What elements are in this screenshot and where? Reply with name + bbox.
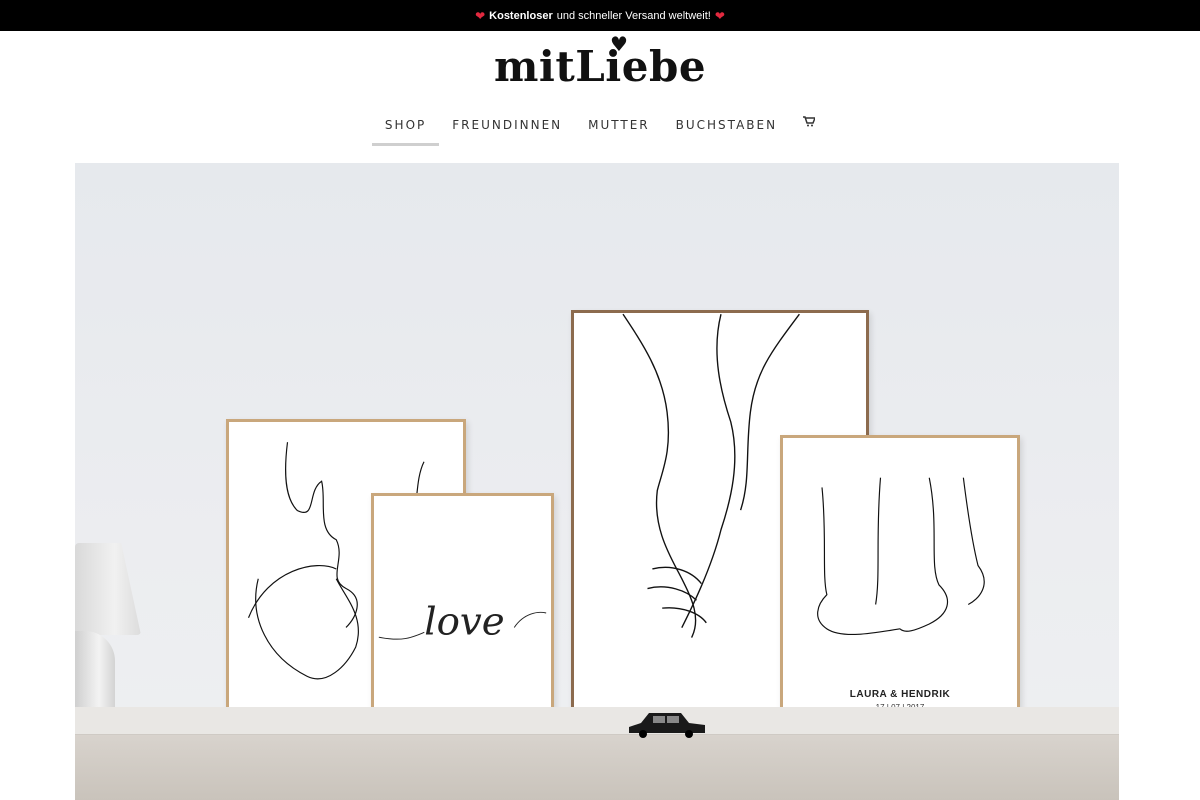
heart-icon: ♥ xyxy=(609,32,629,56)
nav-item-shop[interactable]: SHOP xyxy=(371,112,440,146)
main-navigation: SHOP FREUNDINNEN MUTTER BUCHSTABEN xyxy=(0,112,1200,146)
nav-item-mutter[interactable]: MUTTER xyxy=(575,112,663,146)
heart-icon: ❤ xyxy=(714,8,725,23)
poster-names: LAURA & HENDRIK xyxy=(849,689,951,700)
announcement-bar: ❤ Kostenloser und schneller Versand welt… xyxy=(0,0,1200,31)
hero-image: love LAURA & HENDRIK 17 | 07 | 2017 xyxy=(75,163,1119,800)
announcement-bold: Kostenloser xyxy=(489,9,553,22)
poster-love-text: love xyxy=(424,599,504,644)
site-logo[interactable]: mitLiebe ♥ xyxy=(0,32,1200,91)
poster-love: love xyxy=(371,493,554,733)
nav-item-buchstaben[interactable]: BUCHSTABEN xyxy=(663,112,790,146)
shelf-front xyxy=(75,735,1119,800)
poster-feet: LAURA & HENDRIK 17 | 07 | 2017 xyxy=(780,435,1020,733)
love-script: love xyxy=(378,599,547,644)
lamp-shade xyxy=(75,543,141,635)
toy-car xyxy=(629,713,705,738)
line-art-feet xyxy=(817,477,985,636)
nav-item-freundinnen[interactable]: FREUNDINNEN xyxy=(439,112,575,146)
cart-icon[interactable] xyxy=(790,112,828,146)
heart-icon: ❤ xyxy=(475,8,486,23)
logo-text: mitLiebe xyxy=(493,42,707,91)
announcement-text: und schneller Versand weltweit! xyxy=(556,9,711,22)
shelf-top xyxy=(75,707,1119,735)
